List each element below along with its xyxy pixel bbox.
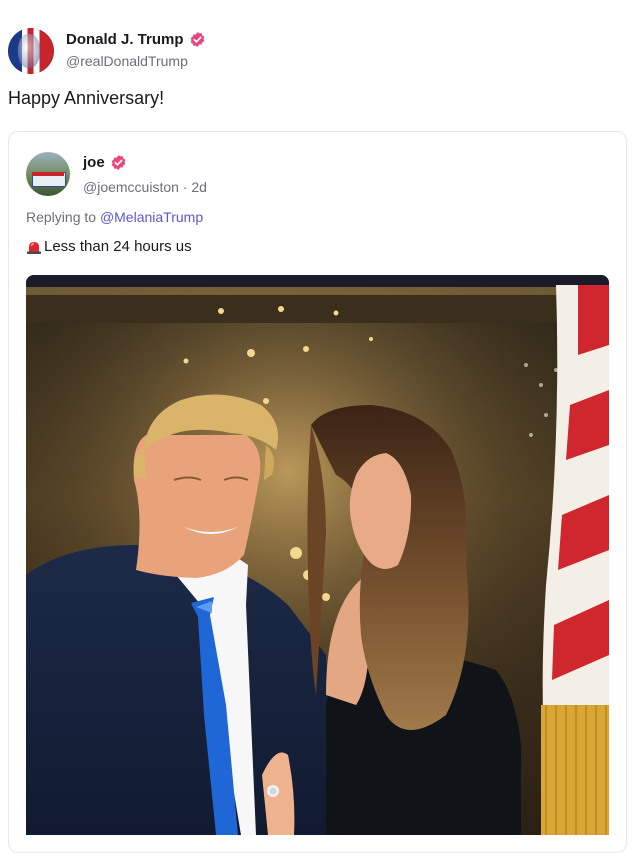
avatar[interactable] <box>8 28 54 74</box>
quoted-text-content: Less than 24 hours us <box>44 238 192 255</box>
quoted-avatar[interactable] <box>26 152 70 196</box>
post: Donald J. Trump @realDonaldTrump Happy A… <box>0 0 640 853</box>
author-info: Donald J. Trump @realDonaldTrump <box>66 28 206 69</box>
quoted-author: joe <box>83 154 127 171</box>
verified-badge-icon <box>110 154 127 171</box>
author-handle[interactable]: @realDonaldTrump <box>66 53 206 69</box>
replying-mention-link[interactable]: @MelaniaTrump <box>100 209 203 225</box>
author-name[interactable]: Donald J. Trump <box>66 31 184 48</box>
quoted-author-name[interactable]: joe <box>83 154 105 171</box>
post-text: Happy Anniversary! <box>8 88 165 108</box>
quoted-post-card[interactable]: joe @joemccuiston · 2d Replying to @Mela… <box>8 131 627 853</box>
quoted-photo[interactable] <box>26 275 609 835</box>
quoted-handle-time[interactable]: @joemccuiston · 2d <box>83 179 207 195</box>
siren-icon <box>26 240 42 254</box>
post-author[interactable]: Donald J. Trump @realDonaldTrump <box>8 28 206 74</box>
verified-badge-icon <box>189 31 206 48</box>
quoted-text: Less than 24 hours us <box>26 238 192 255</box>
replying-prefix: Replying to <box>26 209 100 225</box>
replying-to: Replying to @MelaniaTrump <box>26 209 203 225</box>
